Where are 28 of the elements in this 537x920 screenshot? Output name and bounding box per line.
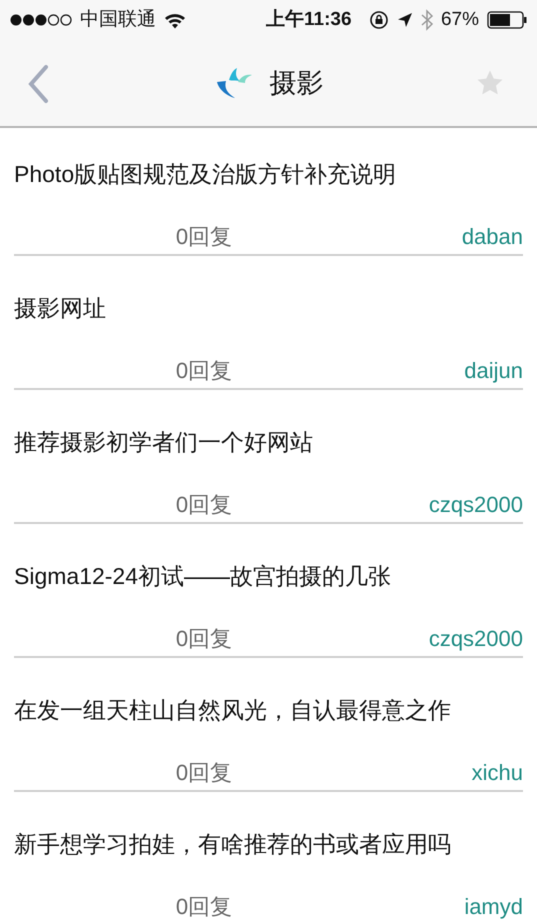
signal-icon — [10, 13, 72, 27]
post-title[interactable]: 在发一组天柱山自然风光，自认最得意之作 — [14, 695, 523, 725]
reply-count: 0回复 — [174, 358, 234, 384]
reply-count: 0回复 — [174, 626, 234, 652]
author-name[interactable]: daijun — [464, 358, 523, 384]
author-name[interactable]: iamyd — [464, 894, 523, 920]
status-time: 上午11:36 — [266, 8, 352, 32]
post-title[interactable]: Photo版贴图规范及治版方针补充说明 — [14, 159, 523, 189]
location-icon — [396, 12, 413, 28]
battery-percent: 67% — [440, 8, 479, 32]
post-title[interactable]: 推荐摄影初学者们一个好网站 — [14, 427, 523, 457]
reply-count: 0回复 — [174, 760, 234, 786]
bluetooth-icon — [420, 9, 433, 31]
post-title[interactable]: 新手想学习拍娃，有啥推荐的书或者应用吗 — [14, 829, 523, 859]
author-name[interactable]: xichu — [472, 760, 523, 786]
author-name[interactable]: daban — [462, 224, 523, 250]
author-name[interactable]: czqs2000 — [428, 492, 523, 518]
battery-icon — [487, 11, 527, 29]
post-title[interactable]: 摄影网址 — [14, 293, 523, 323]
carrier-name: 中国联通 — [80, 8, 156, 32]
wifi-icon — [164, 12, 186, 28]
author-name[interactable]: czqs2000 — [428, 626, 523, 652]
post-title[interactable]: Sigma12-24初试——故宫拍摄的几张 — [14, 561, 523, 591]
reply-count: 0回复 — [174, 492, 234, 518]
reply-count: 0回复 — [174, 224, 234, 250]
reply-count: 0回复 — [174, 894, 234, 920]
page-title: 摄影 — [270, 66, 324, 100]
rotation-lock-icon — [368, 10, 389, 30]
